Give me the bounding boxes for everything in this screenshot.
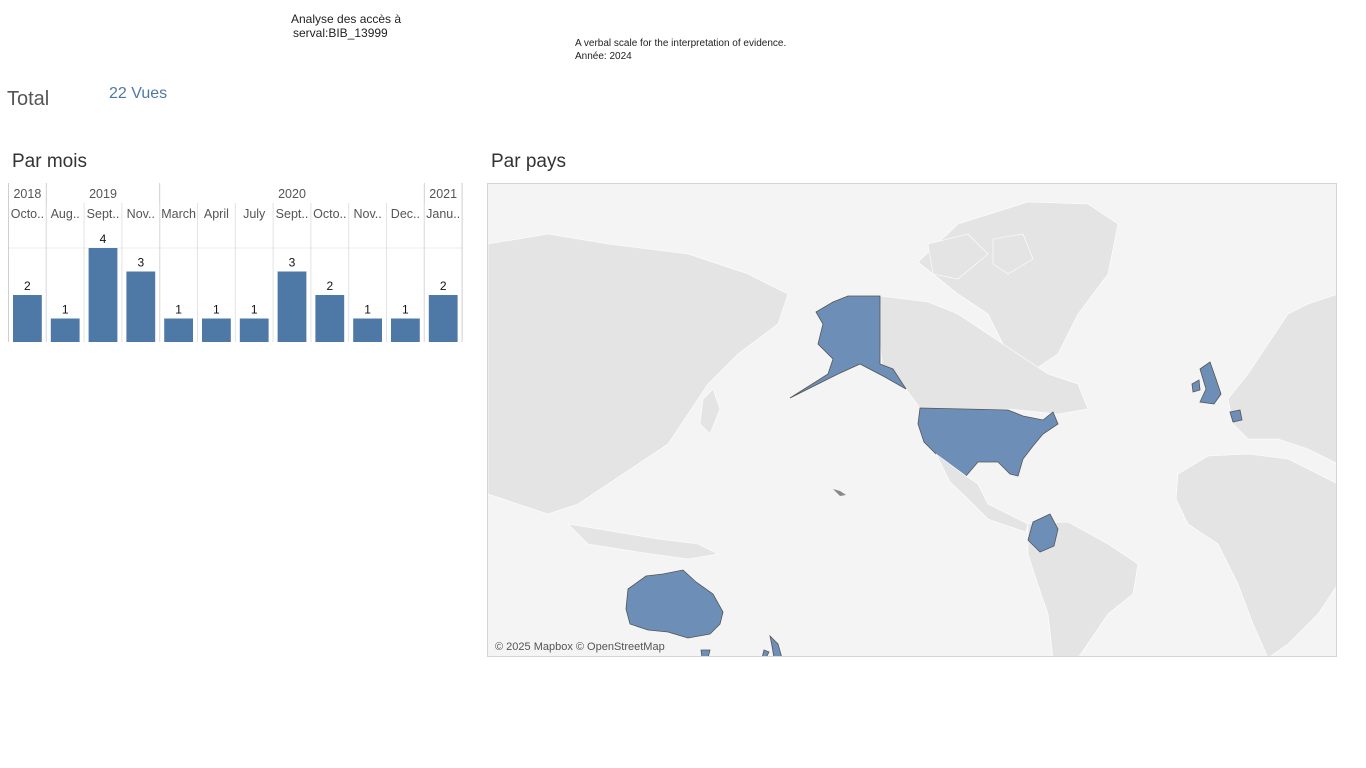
bar-value-label: 1 [175,303,182,317]
month-label: Sept.. [276,207,309,221]
month-label: April [204,207,229,221]
year-label: 2020 [278,187,306,201]
bar[interactable] [164,318,193,343]
month-label: Octo.. [313,207,346,221]
document-title: A verbal scale for the interpretation of… [575,38,787,49]
bar-value-label: 1 [364,303,371,317]
year-label: 2021 [429,187,457,201]
bar-value-label: 1 [213,303,220,317]
bar-value-label: 4 [100,232,107,246]
bar-value-label: 3 [289,256,296,270]
year-label: 2019 [89,187,117,201]
month-label: Sept.. [87,207,120,221]
bar[interactable] [428,295,458,342]
document-year: Année: 2024 [575,51,632,62]
report-title: Analyse des accès à serval:BIB_13999 [291,12,401,40]
month-label: Dec.. [391,207,420,221]
bar[interactable] [315,295,345,342]
month-label: Octo.. [11,207,44,221]
section-title-by-month: Par mois [12,151,87,172]
monthly-bar-chart: 2018 2019 2020 2021 Octo.. 2 Aug.. 1 Sept.. 4 Nov.… [8,183,464,350]
bar[interactable] [13,295,42,342]
map-attribution[interactable]: © 2025 Mapbox © OpenStreetMap [495,641,665,653]
bar-value-label: 1 [62,303,69,317]
year-label: 2018 [13,187,41,201]
bar[interactable] [391,318,420,343]
bar[interactable] [277,271,307,343]
month-label: Nov.. [127,207,155,221]
month-label: Nov.. [353,207,381,221]
total-views-value[interactable]: 22 Vues [109,85,167,103]
section-title-by-country: Par pays [491,151,566,172]
report-title-line1: Analyse des accès à [291,12,402,26]
bar-value-label: 1 [402,303,409,317]
bar-value-label: 2 [440,279,447,293]
month-label: Janu.. [426,207,460,221]
bar-chart-svg: 2018 2019 2020 2021 Octo.. 2 Aug.. 1 Sept.. 4 Nov.… [8,183,463,343]
world-map-svg[interactable] [488,184,1337,657]
bar[interactable] [239,318,269,343]
bar[interactable] [50,318,80,343]
total-label: Total [7,88,50,110]
bar-value-label: 2 [326,279,333,293]
bar[interactable] [126,271,156,343]
country-map[interactable]: © 2025 Mapbox © OpenStreetMap [487,183,1337,657]
map-country-tasmania[interactable] [700,649,711,657]
month-label: July [243,207,266,221]
report-subtitle: A verbal scale for the interpretation of… [575,37,786,63]
month-label: March [161,207,196,221]
bar-value-label: 3 [137,256,144,270]
bar-value-label: 1 [251,303,258,317]
bar[interactable] [202,318,231,343]
month-label: Aug.. [51,207,80,221]
report-title-line2: serval:BIB_13999 [293,26,388,40]
bar-value-label: 2 [24,279,31,293]
bar[interactable] [88,248,118,342]
bar[interactable] [353,318,382,343]
